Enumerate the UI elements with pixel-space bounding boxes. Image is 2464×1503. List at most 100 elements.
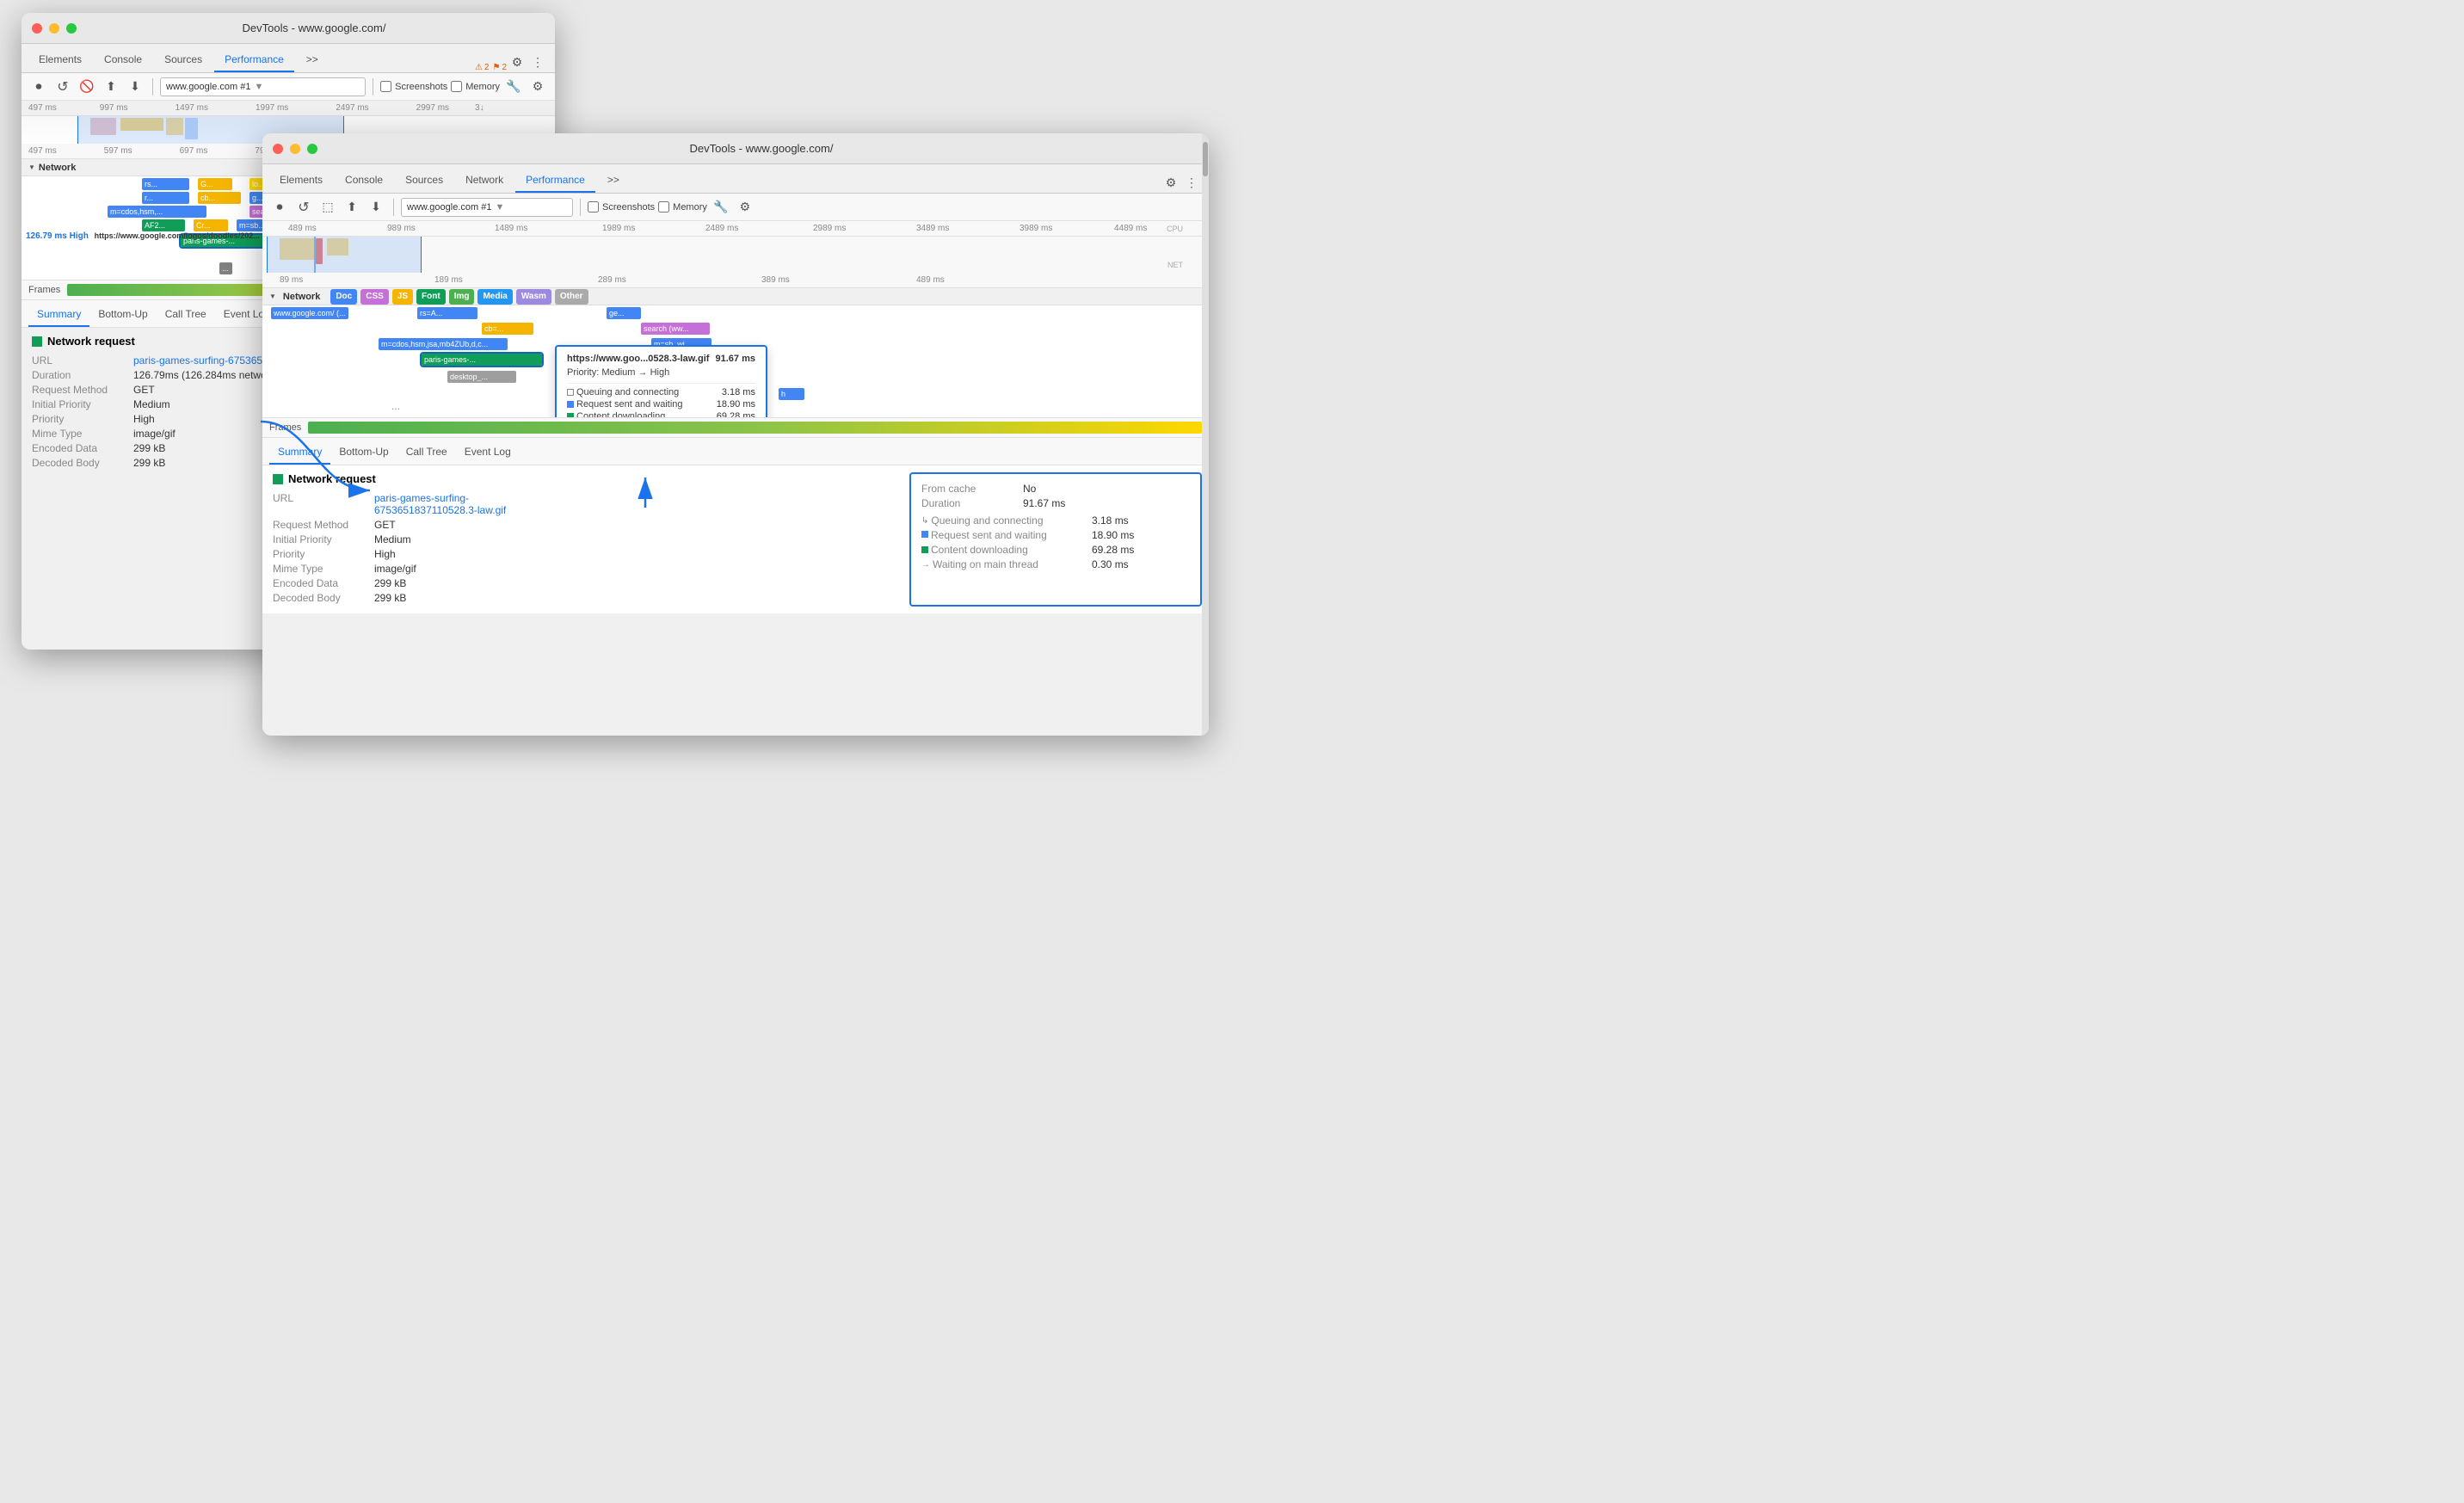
clear-button-2[interactable]: ⬚ bbox=[317, 197, 338, 218]
chip-font[interactable]: Font bbox=[416, 289, 446, 305]
sum-tab-bottomup-1[interactable]: Bottom-Up bbox=[89, 303, 156, 327]
upload-button-2[interactable]: ⬆ bbox=[342, 197, 362, 218]
nr-row-initprio-2: Initial Priority Medium bbox=[273, 533, 892, 545]
net-bar2-search[interactable]: search (ww... bbox=[641, 323, 710, 335]
scrollbar-thumb-2[interactable] bbox=[1203, 142, 1208, 176]
clear-button-1[interactable]: 🚫 bbox=[77, 77, 97, 97]
tooltip-url: https://www.goo...0528.3-law.gif 91.67 m… bbox=[567, 354, 755, 364]
sum-tab-eventlog-2[interactable]: Event Log bbox=[456, 440, 520, 465]
net-bar2-paris[interactable]: paris-games-... bbox=[422, 354, 542, 366]
detail-duration: Duration 91.67 ms bbox=[921, 497, 1190, 509]
tab-sources-1[interactable]: Sources bbox=[154, 48, 213, 72]
sum-tab-bottomup-2[interactable]: Bottom-Up bbox=[330, 440, 397, 465]
scrollbar-v-2[interactable] bbox=[1202, 133, 1209, 736]
settings-icon-1[interactable]: ⚙ bbox=[507, 52, 527, 72]
summary-tabs-2: Summary Bottom-Up Call Tree Event Log bbox=[262, 438, 1209, 465]
titlebar-1: DevTools - www.google.com/ bbox=[22, 13, 555, 44]
chip-img[interactable]: Img bbox=[449, 289, 475, 305]
tab-console-2[interactable]: Console bbox=[335, 169, 393, 193]
net-bar2-www[interactable]: www.google.com/ (... bbox=[271, 307, 348, 319]
maximize-button-2[interactable] bbox=[307, 144, 317, 154]
chip-other[interactable]: Other bbox=[555, 289, 588, 305]
tab-elements-2[interactable]: Elements bbox=[269, 169, 333, 193]
settings-icon-2c[interactable]: ⚙ bbox=[735, 197, 755, 218]
reload-button-1[interactable]: ↺ bbox=[52, 77, 73, 97]
collapse-triangle-1[interactable]: ▼ bbox=[28, 163, 35, 171]
window-title-1: DevTools - www.google.com/ bbox=[83, 22, 545, 34]
record-button-1[interactable]: ⏺ bbox=[28, 77, 49, 97]
address-bar-2[interactable]: www.google.com #1 ▼ bbox=[401, 198, 573, 217]
frames-viz-2 bbox=[308, 422, 1202, 434]
net-bar-g1[interactable]: G... bbox=[198, 178, 232, 190]
timeline-mini-2: 489 ms 989 ms 1489 ms 1989 ms 2489 ms 29… bbox=[262, 221, 1209, 273]
net-bar-cb[interactable]: cb... bbox=[198, 192, 241, 204]
memory-checkbox-1[interactable]: Memory bbox=[451, 81, 500, 92]
net-bar-rs[interactable]: rs... bbox=[142, 178, 189, 190]
chip-wasm[interactable]: Wasm bbox=[516, 289, 551, 305]
net-bar2-rs[interactable]: rs=A... bbox=[417, 307, 477, 319]
chip-media[interactable]: Media bbox=[477, 289, 512, 305]
tooltip-priority: Priority: Medium → High bbox=[567, 367, 755, 378]
chip-js[interactable]: JS bbox=[392, 289, 413, 305]
maximize-button-1[interactable] bbox=[66, 23, 77, 34]
net-bar2-desktop[interactable]: desktop_... bbox=[447, 371, 516, 383]
tab-more-2[interactable]: >> bbox=[597, 169, 630, 193]
more-icon-1[interactable]: ⋮ bbox=[527, 52, 548, 72]
screenshots-checkbox-1[interactable]: Screenshots bbox=[380, 81, 447, 92]
settings-icon-2b[interactable]: ⚙ bbox=[1161, 172, 1181, 193]
download-button-1[interactable]: ⬇ bbox=[125, 77, 145, 97]
nr-row-mime-2: Mime Type image/gif bbox=[273, 563, 892, 575]
net-bar-mcdos[interactable]: m=cdos,hsm,... bbox=[108, 206, 206, 218]
tab-performance-2[interactable]: Performance bbox=[515, 169, 595, 193]
devtools-tabbar-1: Elements Console Sources Performance >> … bbox=[22, 44, 555, 73]
download-button-2[interactable]: ⬇ bbox=[366, 197, 386, 218]
tab-more-1[interactable]: >> bbox=[296, 48, 329, 72]
detail-content: Content downloading 69.28 ms bbox=[921, 544, 1190, 556]
net-bar2-cb[interactable]: cb=... bbox=[482, 323, 533, 335]
net-bar2-mcdos[interactable]: m=cdos,hsm,jsa,mb4ZUb,d,c... bbox=[379, 338, 508, 350]
tab-sources-2[interactable]: Sources bbox=[395, 169, 453, 193]
net-bar-r[interactable]: r... bbox=[142, 192, 189, 204]
close-button-2[interactable] bbox=[273, 144, 283, 154]
devtools-window-2: DevTools - www.google.com/ Elements Cons… bbox=[262, 133, 1209, 736]
record-button-2[interactable]: ⏺ bbox=[269, 197, 290, 218]
minimize-button-1[interactable] bbox=[49, 23, 59, 34]
tooltip-row-queuing: Queuing and connecting 3.18 ms bbox=[567, 387, 755, 397]
settings-icon-2[interactable]: ⚙ bbox=[527, 77, 548, 97]
address-bar-1[interactable]: www.google.com #1 ▼ bbox=[160, 77, 366, 96]
tab-network-2[interactable]: Network bbox=[455, 169, 514, 193]
perf-settings-icon-2[interactable]: 🔧 bbox=[711, 197, 731, 218]
network-header-2: ▼ Network Doc CSS JS Font Img Media Wasm… bbox=[262, 288, 1209, 305]
nr-url-link-2[interactable]: paris-games-surfing-6753651837110528.3-l… bbox=[374, 492, 506, 516]
net-bar-cr[interactable]: Cr... bbox=[194, 219, 228, 231]
filter-chips-2: Doc CSS JS Font Img Media Wasm Other bbox=[330, 289, 588, 305]
net-bar-af2[interactable]: AF2... bbox=[142, 219, 185, 231]
network-request-2: Network request URL paris-games-surfing-… bbox=[262, 465, 902, 613]
tab-console-1[interactable]: Console bbox=[94, 48, 152, 72]
more-icon-2[interactable]: ⋮ bbox=[1181, 172, 1202, 193]
network-rows-2: www.google.com/ (... rs=A... ge... cb=..… bbox=[262, 305, 1209, 417]
chip-doc[interactable]: Doc bbox=[330, 289, 357, 305]
sum-tab-summary-2[interactable]: Summary bbox=[269, 440, 330, 465]
memory-checkbox-2[interactable]: Memory bbox=[658, 201, 707, 213]
frames-bar-2: Frames bbox=[262, 417, 1209, 438]
net-bar2-ge[interactable]: ge... bbox=[607, 307, 641, 319]
close-button-1[interactable] bbox=[32, 23, 42, 34]
sep-1 bbox=[152, 78, 153, 95]
sum-tab-calltree-2[interactable]: Call Tree bbox=[397, 440, 456, 465]
sum-tab-summary-1[interactable]: Summary bbox=[28, 303, 89, 327]
nr-row-method-2: Request Method GET bbox=[273, 519, 892, 531]
chip-css[interactable]: CSS bbox=[360, 289, 389, 305]
timeline-marker-2 bbox=[314, 237, 316, 273]
nr-row-decoded-2: Decoded Body 299 kB bbox=[273, 592, 892, 604]
perf-settings-icon[interactable]: 🔧 bbox=[503, 77, 524, 97]
upload-button-1[interactable]: ⬆ bbox=[101, 77, 121, 97]
tab-performance-1[interactable]: Performance bbox=[214, 48, 294, 72]
reload-button-2[interactable]: ↺ bbox=[293, 197, 314, 218]
screenshots-checkbox-2[interactable]: Screenshots bbox=[588, 201, 655, 213]
sum-tab-calltree-1[interactable]: Call Tree bbox=[157, 303, 215, 327]
tab-elements-1[interactable]: Elements bbox=[28, 48, 92, 72]
net-bar2-h[interactable]: h bbox=[779, 388, 804, 400]
minimize-button-2[interactable] bbox=[290, 144, 300, 154]
collapse-triangle-2[interactable]: ▼ bbox=[269, 293, 276, 300]
